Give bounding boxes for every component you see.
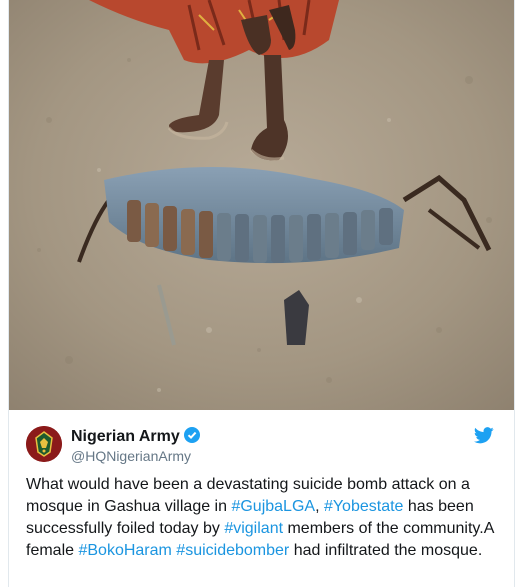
verified-badge-icon — [183, 427, 200, 448]
photo-scene — [9, 0, 514, 410]
author-name[interactable]: Nigerian Army — [71, 428, 180, 445]
tweet-header: Nigerian Army @HQNigerianArmy — [9, 410, 514, 470]
author-name-row[interactable]: Nigerian Army — [71, 427, 200, 448]
tweet-text-segment: , — [315, 498, 324, 515]
hashtag-link[interactable]: #BokoHaram — [78, 542, 171, 559]
tweet-photo[interactable] — [9, 0, 514, 410]
hashtag-link[interactable]: #Yobestate — [324, 498, 403, 515]
author-avatar[interactable] — [26, 426, 62, 462]
hashtag-link[interactable]: #suicidebomber — [176, 542, 289, 559]
author-handle[interactable]: @HQNigerianArmy — [71, 448, 191, 464]
hashtag-link[interactable]: #GujbaLGA — [231, 498, 315, 515]
tweet-text-segment: had infiltrated the mosque. — [289, 542, 483, 559]
tweet-text: What would have been a devastating suici… — [26, 474, 496, 562]
hashtag-link[interactable]: #vigilant — [224, 520, 283, 537]
army-crest-icon — [26, 426, 62, 462]
twitter-bird-icon[interactable] — [473, 427, 494, 449]
tweet-card: Nigerian Army @HQNigerianArmy What would… — [8, 0, 515, 587]
